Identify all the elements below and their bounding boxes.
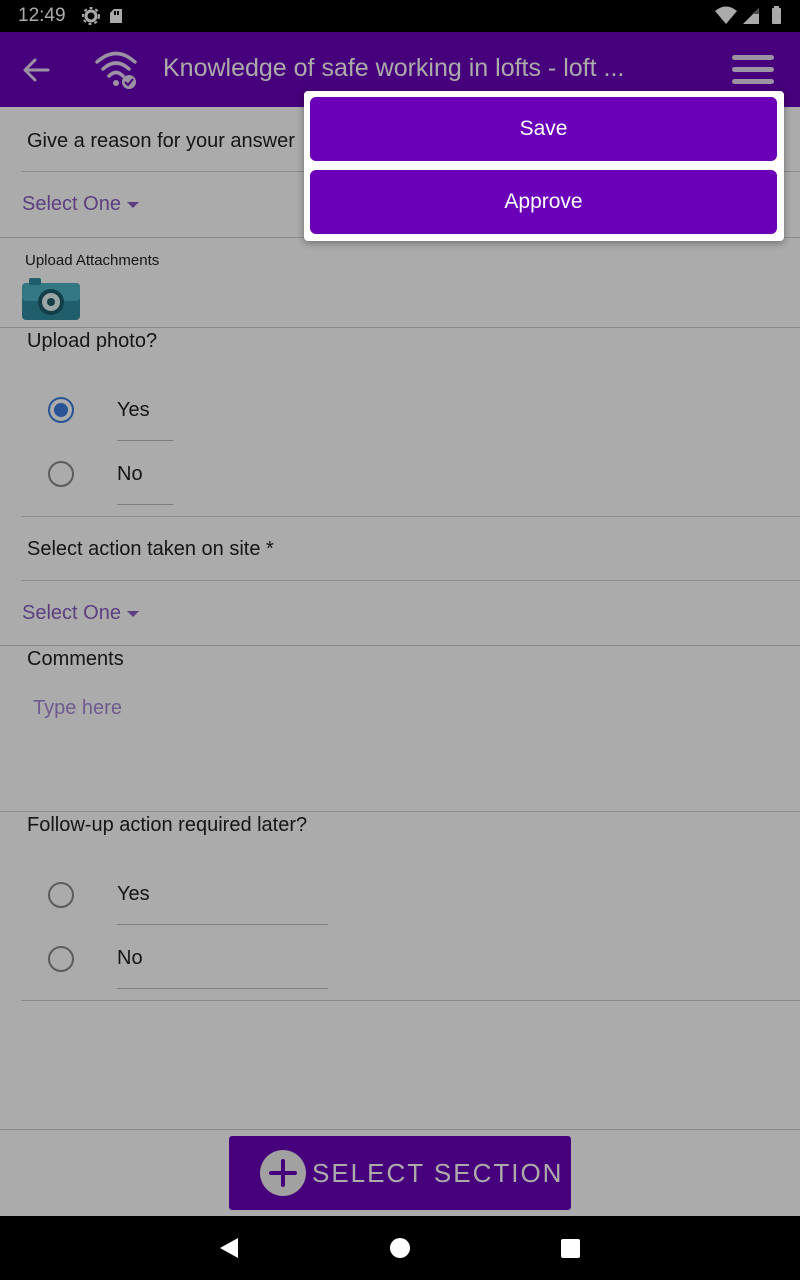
plus-icon: [260, 1150, 306, 1196]
action-taken-label: Select action taken on site *: [27, 538, 274, 560]
reason-select[interactable]: Select One: [22, 193, 139, 216]
recents-square-icon: [561, 1239, 580, 1258]
upload-photo-no-radio[interactable]: [48, 461, 74, 487]
wifi-icon: [715, 6, 737, 24]
upload-photo-yes-label: Yes: [117, 399, 150, 421]
action-menu-popup: Save Approve: [304, 91, 784, 241]
divider: [117, 440, 173, 441]
divider: [0, 645, 800, 646]
approve-button[interactable]: Approve: [310, 170, 777, 234]
back-button[interactable]: [18, 50, 58, 90]
chevron-down-icon: [126, 201, 139, 208]
reason-select-value: Select One: [22, 193, 121, 215]
action-taken-select[interactable]: Select One: [22, 602, 139, 625]
hamburger-menu-icon: [732, 55, 774, 84]
system-nav-bar: [0, 1216, 800, 1280]
followup-no-radio[interactable]: [48, 946, 74, 972]
select-section-label: SELECT SECTION: [312, 1158, 564, 1188]
divider: [117, 504, 173, 505]
reason-label: Give a reason for your answer: [27, 130, 295, 152]
page-title: Knowledge of safe working in lofts - lof…: [163, 54, 625, 82]
divider: [0, 811, 800, 812]
status-time: 12:49: [18, 5, 66, 26]
back-triangle-icon: [220, 1238, 238, 1258]
battery-icon: [772, 8, 781, 24]
hamburger-menu-button[interactable]: [730, 52, 776, 88]
divider: [117, 924, 328, 925]
followup-no-label: No: [117, 947, 143, 969]
home-circle-icon: [390, 1238, 410, 1258]
upload-photo-question: Upload photo?: [27, 330, 158, 352]
divider: [21, 1000, 800, 1001]
upload-photo-yes-radio[interactable]: [48, 397, 74, 423]
status-right-icons: [714, 5, 786, 32]
back-arrow-icon: [23, 58, 50, 82]
comments-input[interactable]: Type here: [33, 697, 122, 720]
save-button[interactable]: Save: [310, 97, 777, 161]
divider: [21, 516, 800, 517]
form-content: Give a reason for your answer Select One…: [0, 107, 800, 1216]
divider: [0, 1129, 800, 1130]
divider: [117, 988, 328, 989]
wifi-sync-icon: [94, 48, 140, 90]
camera-icon: [22, 278, 80, 320]
followup-yes-label: Yes: [117, 883, 150, 905]
followup-yes-radio[interactable]: [48, 882, 74, 908]
divider: [0, 327, 800, 328]
divider: [21, 580, 800, 581]
gear-icon: [82, 7, 122, 25]
status-bar: 12:49: [0, 0, 800, 32]
select-section-button[interactable]: SELECT SECTION: [229, 1136, 571, 1210]
comments-label: Comments: [27, 648, 124, 670]
upload-attachments-label: Upload Attachments: [25, 252, 160, 269]
status-left-icons: [82, 6, 132, 31]
chevron-down-icon: [126, 610, 139, 617]
camera-button[interactable]: [21, 277, 81, 321]
followup-question: Follow-up action required later?: [27, 814, 308, 836]
action-taken-select-value: Select One: [22, 602, 121, 624]
upload-photo-no-label: No: [117, 463, 143, 485]
